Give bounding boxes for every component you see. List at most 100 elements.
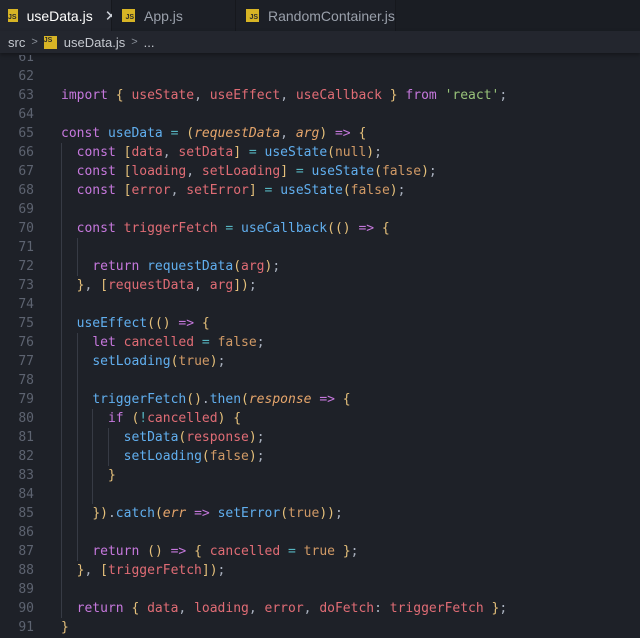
code-line[interactable]: 81 setData(response); [0, 428, 640, 447]
line-number: 79 [18, 392, 34, 407]
code-line[interactable]: 75 useEffect(() => { [0, 314, 640, 333]
indent-guide [76, 333, 78, 561]
tab-bar: JS useData.js ✕ JS App.js JS RandomConta… [0, 0, 640, 31]
code-text: const [data, setData] = useState(null); [76, 145, 382, 160]
code-line[interactable]: 86 [0, 523, 640, 542]
line-number: 83 [18, 468, 34, 483]
indent-guide [92, 409, 94, 504]
js-file-icon: JS [43, 35, 57, 49]
line-number: 74 [18, 297, 34, 312]
indent-guide [76, 238, 78, 276]
code-line[interactable]: 73 }, [requestData, arg]); [0, 276, 640, 295]
breadcrumb-file[interactable]: useData.js [64, 35, 125, 50]
tab-label: RandomContainer.js [268, 7, 395, 24]
line-number: 67 [18, 164, 34, 179]
line-number: 64 [18, 107, 34, 122]
code-line[interactable]: 82 setLoading(false); [0, 447, 640, 466]
code-line[interactable]: 65 const useData = (requestData, arg) => … [0, 124, 640, 143]
code-line[interactable]: 91} [0, 618, 640, 637]
code-line[interactable]: 84 [0, 485, 640, 504]
code-line[interactable]: 67 const [loading, setLoading] = useStat… [0, 162, 640, 181]
code-line[interactable]: 89 [0, 580, 640, 599]
line-number: 69 [18, 202, 34, 217]
code-line[interactable]: 80 if (!cancelled) { [0, 409, 640, 428]
chevron-right-icon: > [31, 36, 38, 48]
tab-randomcontainer[interactable]: JS RandomContainer.js [236, 0, 396, 31]
code-text: } [61, 620, 69, 635]
code-text: const useData = (requestData, arg) => { [61, 126, 367, 141]
code-text: let cancelled = false; [92, 335, 265, 350]
tab-usedata[interactable]: JS useData.js ✕ [0, 0, 117, 31]
code-text: triggerFetch().then(response => { [92, 392, 351, 407]
line-number: 62 [18, 69, 34, 84]
code-line[interactable]: 77 setLoading(true); [0, 352, 640, 371]
code-line[interactable]: 71 [0, 238, 640, 257]
line-number: 80 [18, 411, 34, 426]
line-number: 85 [18, 506, 34, 521]
code-line[interactable]: 68 const [error, setError] = useState(fa… [0, 181, 640, 200]
code-line[interactable]: 87 return () => { cancelled = true }; [0, 542, 640, 561]
js-file-icon: JS [122, 9, 135, 22]
line-number: 88 [18, 563, 34, 578]
code-line[interactable]: 69 [0, 200, 640, 219]
code-text: const [error, setError] = useState(false… [76, 183, 406, 198]
line-number: 87 [18, 544, 34, 559]
code-line[interactable]: 64 [0, 105, 640, 124]
code-text: return requestData(arg); [92, 259, 281, 274]
code-line[interactable]: 88 }, [triggerFetch]); [0, 561, 640, 580]
code-line[interactable]: 76 let cancelled = false; [0, 333, 640, 352]
line-number: 68 [18, 183, 34, 198]
line-number: 66 [18, 145, 34, 160]
code-line[interactable]: 62 [0, 67, 640, 86]
line-number: 71 [18, 240, 34, 255]
indent-guide [61, 143, 62, 618]
code-line[interactable]: 74 [0, 295, 640, 314]
line-number: 84 [18, 487, 34, 502]
code-line[interactable]: 63 import { useState, useEffect, useCallb… [0, 86, 640, 105]
line-number: 90 [18, 601, 34, 616]
code-line[interactable]: 90 return { data, loading, error, doFetc… [0, 599, 640, 618]
line-number: 70 [18, 221, 34, 236]
code-line[interactable]: 66 const [data, setData] = useState(null… [0, 143, 640, 162]
breadcrumb-more[interactable]: ... [144, 35, 155, 50]
code-text: import { useState, useEffect, useCallbac… [61, 88, 508, 103]
line-number: 75 [18, 316, 34, 331]
line-number: 76 [18, 335, 34, 350]
code-line[interactable]: 78 [0, 371, 640, 390]
code-text: setLoading(true); [92, 354, 226, 369]
line-number: 65 [18, 126, 34, 141]
tab-label: useData.js [26, 7, 93, 24]
line-number: 61 [18, 55, 34, 65]
code-line[interactable]: 83 } [0, 466, 640, 485]
js-file-icon: JS [8, 9, 18, 22]
line-number: 89 [18, 582, 34, 597]
code-line[interactable]: 72 return requestData(arg); [0, 257, 640, 276]
code-text: }, [requestData, arg]); [76, 278, 257, 293]
line-number: 86 [18, 525, 34, 540]
code-text: if (!cancelled) { [107, 411, 242, 426]
line-number: 73 [18, 278, 34, 293]
code-text: return () => { cancelled = true }; [92, 544, 359, 559]
code-text: useEffect(() => { [76, 316, 210, 331]
tab-label: App.js [144, 7, 183, 24]
line-number: 91 [18, 620, 34, 635]
code-text: return { data, loading, error, doFetch: … [76, 601, 508, 616]
code-text: const [loading, setLoading] = useState(f… [76, 164, 437, 179]
code-text: }, [triggerFetch]); [76, 563, 226, 578]
code-line[interactable]: 79 triggerFetch().then(response => { [0, 390, 640, 409]
code-text: const triggerFetch = useCallback(() => { [76, 221, 390, 236]
chevron-right-icon: > [131, 36, 138, 48]
line-number: 63 [18, 88, 34, 103]
code-text: } [107, 468, 116, 483]
code-line[interactable]: 70 const triggerFetch = useCallback(() =… [0, 219, 640, 238]
breadcrumb: src > JS useData.js > ... [0, 31, 640, 53]
tab-app[interactable]: JS App.js [112, 0, 236, 31]
code-line[interactable]: 85 }).catch(err => setError(true)); [0, 504, 640, 523]
js-file-icon: JS [246, 9, 259, 22]
code-text: }).catch(err => setError(true)); [92, 506, 343, 521]
line-number: 78 [18, 373, 34, 388]
code-editor[interactable]: 61 62 63 import { useState, useEffect, useC… [0, 55, 640, 638]
line-number: 82 [18, 449, 34, 464]
code-line[interactable]: 61 [0, 55, 640, 67]
breadcrumb-folder[interactable]: src [8, 35, 25, 50]
